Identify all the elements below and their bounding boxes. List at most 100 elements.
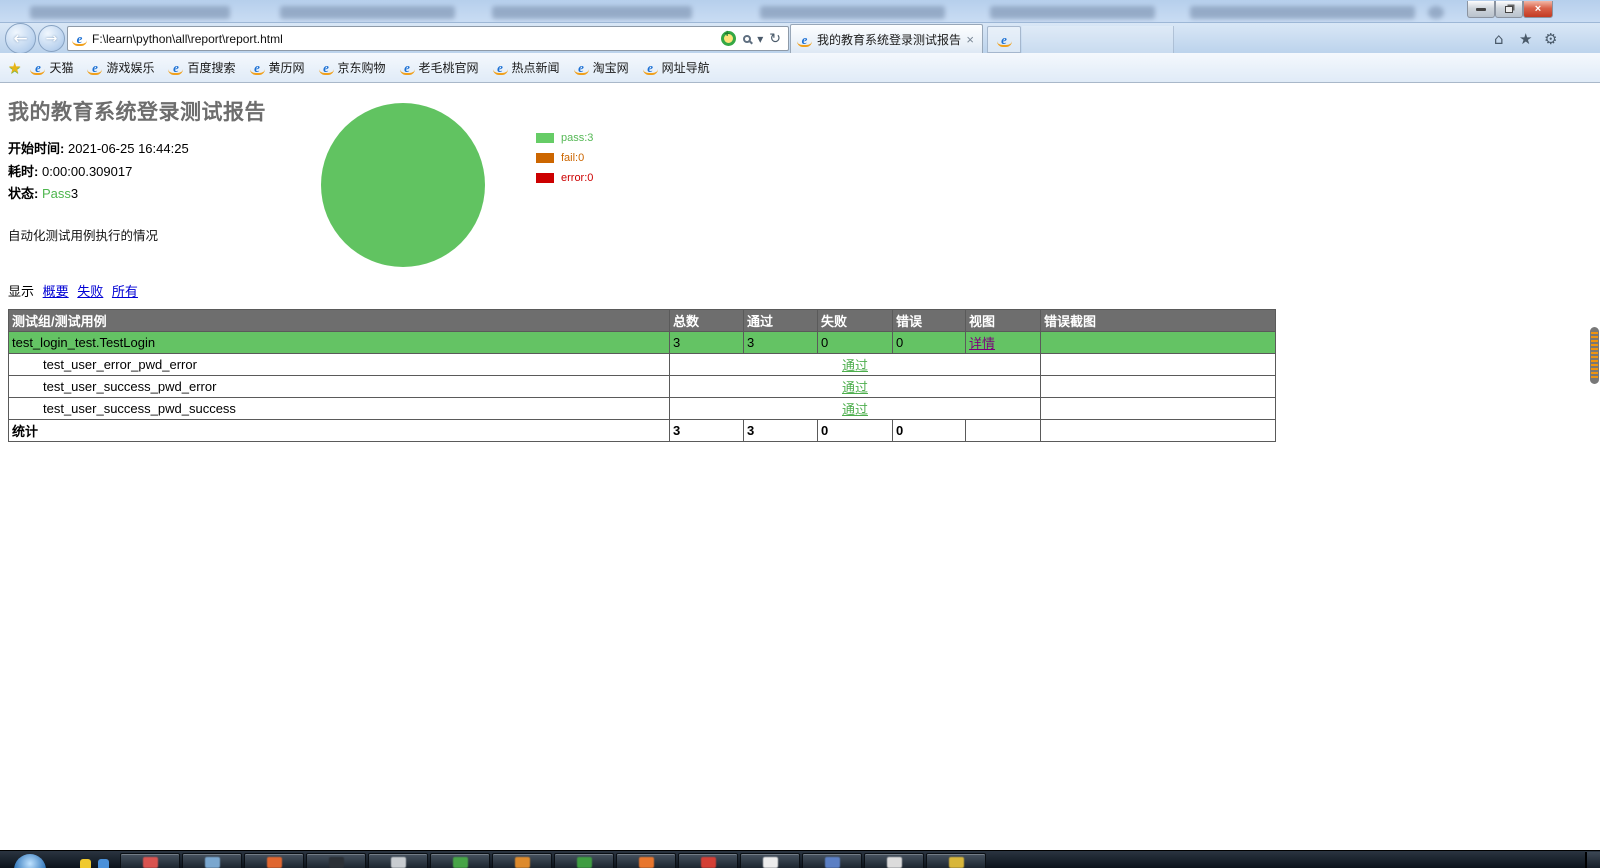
bookmark-icon: e (399, 60, 415, 75)
taskbar-button[interactable] (926, 853, 986, 868)
class-error: 0 (892, 331, 966, 354)
back-button[interactable]: ← (5, 23, 36, 54)
add-favorite-icon[interactable]: ★ (8, 59, 21, 77)
class-screenshot (1040, 331, 1276, 354)
taskbar-app-icon (825, 857, 840, 868)
favorite-label: 京东购物 (337, 61, 386, 75)
taskbar-button[interactable] (678, 853, 738, 868)
forward-button[interactable]: → (38, 25, 65, 52)
taskbar-button[interactable] (554, 853, 614, 868)
background-window-blur (990, 6, 1155, 19)
quick-launch-icon[interactable] (80, 859, 91, 868)
case-status-link[interactable]: 通过 (842, 358, 868, 373)
legend-swatch-pass (536, 132, 554, 143)
background-window-blur (280, 6, 455, 19)
background-window-blur (1428, 6, 1444, 19)
taskbar-button[interactable] (306, 853, 366, 868)
taskbar-app-icon (701, 857, 716, 868)
background-window-blur (30, 6, 230, 19)
minimize-button[interactable] (1467, 1, 1495, 18)
search-icon[interactable] (743, 34, 752, 43)
favorite-item[interactable]: e 天猫 (23, 57, 80, 79)
header-total: 总数 (669, 309, 744, 332)
refresh-icon[interactable]: ↻ (766, 31, 784, 47)
favorites-icon[interactable]: ★ (1519, 30, 1532, 48)
case-name: test_user_error_pwd_error (8, 353, 670, 376)
favorite-item[interactable]: e 淘宝网 (567, 57, 636, 79)
header-fail: 失败 (817, 309, 893, 332)
background-window-blur (1190, 6, 1415, 19)
header-pass: 通过 (743, 309, 818, 332)
bookmark-icon: e (573, 60, 589, 75)
favorite-item[interactable]: e 热点新闻 (486, 57, 567, 79)
taskbar-button[interactable] (368, 853, 428, 868)
footer-view (965, 419, 1041, 442)
favorite-item[interactable]: e 网址导航 (636, 57, 717, 79)
taskbar-button[interactable] (864, 853, 924, 868)
favorite-label: 百度搜索 (187, 61, 236, 75)
start-button[interactable] (14, 854, 46, 868)
quick-launch-icon[interactable] (98, 859, 109, 868)
taskbar-app-icon (143, 857, 158, 868)
new-tab-button[interactable]: e (987, 26, 1021, 53)
minimize-icon (1476, 7, 1486, 11)
status-pass-count: 3 (70, 186, 79, 201)
taskbar-button[interactable] (244, 853, 304, 868)
browser-tab-active[interactable]: e 我的教育系统登录测试报告 × (790, 24, 983, 53)
favorite-item[interactable]: e 黄历网 (243, 57, 312, 79)
forward-icon: → (45, 30, 58, 47)
taskbar-button[interactable] (740, 853, 800, 868)
background-window-blur (760, 6, 945, 19)
tab-close-icon[interactable]: × (964, 32, 976, 47)
filter-all-link[interactable]: 所有 (112, 284, 138, 299)
home-icon[interactable]: ⌂ (1494, 30, 1504, 48)
bookmark-icon: e (642, 60, 658, 75)
filter-summary-link[interactable]: 概要 (43, 284, 69, 299)
show-label: 显示 (8, 284, 35, 299)
background-window-blur (492, 6, 692, 19)
legend-swatch-error (536, 172, 554, 183)
taskbar-button[interactable] (616, 853, 676, 868)
taskbar-button[interactable] (120, 853, 180, 868)
taskbar-button[interactable] (182, 853, 242, 868)
taskbar-app-icon (639, 857, 654, 868)
taskbar-button[interactable] (802, 853, 862, 868)
duration-value: 0:00:00.309017 (41, 164, 133, 179)
test-case-row: test_user_success_pwd_success 通过 (8, 397, 1276, 420)
case-status-link[interactable]: 通过 (842, 402, 868, 417)
gear-icon[interactable]: ⚙ (1544, 30, 1557, 48)
address-bar[interactable]: e F:\learn\python\all\report\report.html… (67, 26, 789, 51)
tab-favicon-icon: e (797, 32, 812, 47)
taskbar-app-icon (949, 857, 964, 868)
filter-failed-link[interactable]: 失败 (77, 284, 103, 299)
taskbar-button[interactable] (430, 853, 490, 868)
legend-item-pass: pass:3 (536, 132, 593, 144)
table-footer-row: 统计 3 3 0 0 (8, 419, 1276, 442)
favorite-label: 淘宝网 (592, 61, 629, 75)
search-dropdown-icon[interactable]: ▾ (754, 32, 766, 46)
scroll-indicator[interactable] (1590, 327, 1599, 384)
footer-label: 统计 (8, 419, 670, 442)
taskbar-app-icon (887, 857, 902, 868)
favorites-bar: ★ e 天猫 e 游戏娱乐 e 百度搜索 e 黄历网 e 京东购物 e 老毛桃官网 e 热点新… (0, 53, 1600, 83)
chart-legend: pass:3 fail:0 error:0 (536, 132, 593, 192)
favorite-item[interactable]: e 老毛桃官网 (393, 57, 486, 79)
page-title: 我的教育系统登录测试报告 (8, 101, 266, 124)
show-desktop-button[interactable] (1585, 852, 1600, 868)
scroll-indicator-stripes (1591, 332, 1598, 379)
case-status-link[interactable]: 通过 (842, 380, 868, 395)
favorite-label: 游戏娱乐 (106, 61, 155, 75)
restore-button[interactable] (1495, 1, 1523, 18)
close-button[interactable]: × (1523, 1, 1553, 18)
class-pass: 3 (743, 331, 818, 354)
favorite-item[interactable]: e 百度搜索 (161, 57, 242, 79)
case-screenshot (1040, 375, 1276, 398)
back-icon: ← (13, 28, 28, 49)
window-controls: × (1467, 1, 1553, 18)
favorite-item[interactable]: e 游戏娱乐 (80, 57, 161, 79)
url-text[interactable]: F:\learn\python\all\report\report.html (92, 32, 717, 46)
compatibility-view-icon[interactable] (721, 29, 737, 46)
taskbar-button[interactable] (492, 853, 552, 868)
favorite-item[interactable]: e 京东购物 (312, 57, 393, 79)
detail-link[interactable]: 详情 (969, 336, 995, 351)
